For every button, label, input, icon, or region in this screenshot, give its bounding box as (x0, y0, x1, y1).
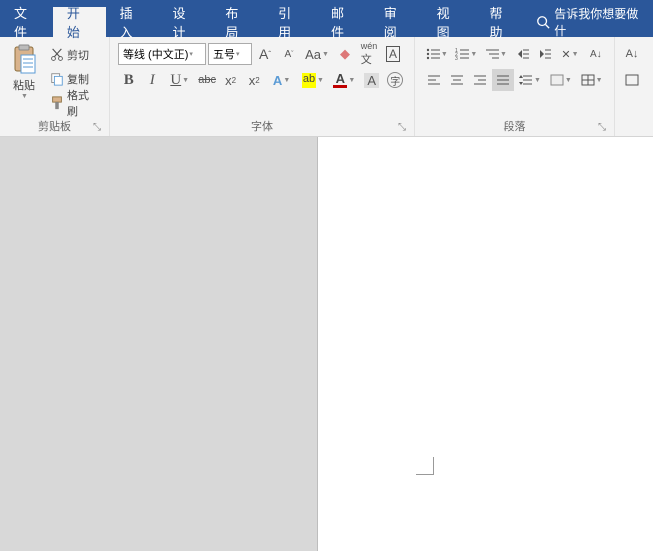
tab-mailings[interactable]: 邮件 (317, 7, 370, 37)
tab-review[interactable]: 审阅 (370, 7, 423, 37)
cut-button[interactable]: 剪切 (47, 44, 102, 66)
shading-button[interactable]: ▼ (546, 69, 575, 91)
asian-layout-button[interactable]: ✕▼ (556, 43, 584, 65)
cut-label: 剪切 (67, 47, 89, 63)
scissors-icon (50, 48, 64, 62)
clipboard-dialog-launcher[interactable]: ⤡ (91, 122, 103, 134)
enclose-characters-button[interactable]: 字 (384, 69, 406, 91)
tab-home[interactable]: 开始 (53, 7, 106, 37)
decrease-indent-button[interactable] (512, 43, 532, 65)
tab-help[interactable]: 帮助 (475, 7, 528, 37)
font-group-label: 字体 ⤡ (114, 118, 410, 136)
clear-formatting-button[interactable]: ◆ (334, 43, 356, 65)
tab-file[interactable]: 文件 (0, 7, 53, 37)
paragraph-dialog-launcher[interactable]: ⤡ (596, 122, 608, 134)
align-center-button[interactable] (446, 69, 467, 91)
phonetic-guide-button[interactable]: wén文 (358, 43, 380, 65)
borders-button[interactable]: ▼ (577, 69, 606, 91)
tell-me-search[interactable]: 告诉我你想要做什 (528, 5, 653, 39)
italic-button[interactable]: I (142, 69, 164, 91)
format-painter-button[interactable]: 格式刷 (47, 92, 102, 114)
svg-text:3: 3 (455, 56, 458, 60)
increase-indent-button[interactable] (534, 43, 554, 65)
format-painter-label: 格式刷 (67, 87, 99, 119)
tabs-bar: 文件 开始 插入 设计 布局 引用 邮件 审阅 视图 帮助 告诉我你想要做什 (0, 7, 653, 37)
page-canvas[interactable] (318, 137, 653, 551)
tab-design[interactable]: 设计 (158, 7, 211, 37)
font-color-button[interactable]: A▼ (330, 69, 359, 91)
sort-button[interactable]: A↓ (586, 43, 606, 65)
font-name-combo[interactable]: 等线 (中文正)▾ (118, 43, 206, 65)
align-right-button[interactable] (469, 69, 490, 91)
strikethrough-button[interactable]: abc (196, 69, 218, 91)
align-left-button[interactable] (423, 69, 444, 91)
font-dialog-launcher[interactable]: ⤡ (396, 122, 408, 134)
styles-button[interactable] (621, 69, 643, 91)
paste-icon (10, 43, 38, 75)
text-effects-button[interactable]: A▼ (267, 69, 296, 91)
document-area (0, 137, 653, 551)
copy-icon (50, 72, 64, 86)
highlight-button[interactable]: ab▼ (298, 69, 327, 91)
paragraph-group-label: 段落 ⤡ (419, 118, 610, 136)
tell-me-label: 告诉我你想要做什 (554, 5, 645, 39)
line-spacing-button[interactable]: ▼ (516, 69, 545, 91)
group-styles-partial: A↓ (615, 37, 649, 136)
margin-corner-mark (416, 457, 434, 475)
change-case-button[interactable]: Aa▼ (302, 43, 332, 65)
multilevel-list-button[interactable]: ▼ (482, 43, 510, 65)
justify-button[interactable] (492, 69, 513, 91)
grow-font-button[interactable]: Aˆ (254, 43, 276, 65)
group-clipboard: 粘贴 ▼ 剪切 复制 格式刷 剪贴板 ⤡ (0, 37, 110, 136)
paste-label: 粘贴 (13, 77, 35, 93)
tab-view[interactable]: 视图 (423, 7, 476, 37)
superscript-button[interactable]: x2 (243, 69, 265, 91)
character-shading-button[interactable]: A (361, 69, 383, 91)
bullets-button[interactable]: ▼ (423, 43, 451, 65)
ribbon: 粘贴 ▼ 剪切 复制 格式刷 剪贴板 ⤡ (0, 37, 653, 137)
tab-references[interactable]: 引用 (264, 7, 317, 37)
search-icon (536, 15, 550, 29)
font-size-combo[interactable]: 五号▾ (208, 43, 252, 65)
tab-insert[interactable]: 插入 (106, 7, 159, 37)
paste-button[interactable]: 粘贴 ▼ (4, 39, 44, 118)
underline-button[interactable]: U▼ (165, 69, 194, 91)
chevron-down-icon: ▼ (21, 93, 28, 100)
numbering-button[interactable]: 123▼ (453, 43, 481, 65)
tab-layout[interactable]: 布局 (211, 7, 264, 37)
show-formatting-button[interactable]: A↓ (621, 43, 643, 65)
outside-page-area (0, 137, 318, 551)
bold-button[interactable]: B (118, 69, 140, 91)
shrink-font-button[interactable]: Aˇ (278, 43, 300, 65)
group-paragraph: ▼ 123▼ ▼ ✕▼ A↓ ▼ ▼ ▼ 段落 ⤡ (415, 37, 615, 136)
clipboard-group-label: 剪贴板 ⤡ (4, 118, 105, 136)
character-border-button[interactable]: A (382, 43, 404, 65)
copy-label: 复制 (67, 71, 89, 87)
subscript-button[interactable]: x2 (220, 69, 242, 91)
brush-icon (50, 96, 64, 110)
group-font: 等线 (中文正)▾ 五号▾ Aˆ Aˇ Aa▼ ◆ wén文 A B I U▼ … (110, 37, 415, 136)
